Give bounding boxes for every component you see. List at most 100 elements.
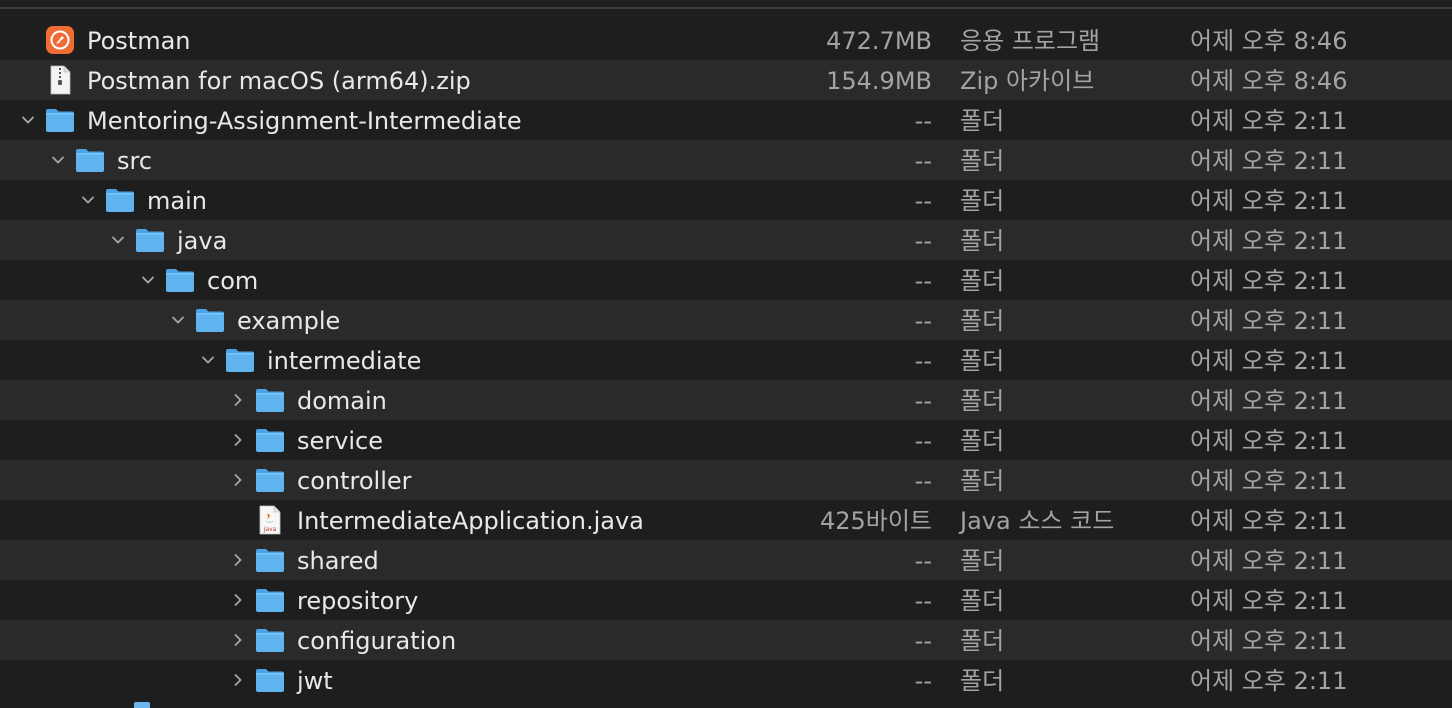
disclosure-chevron-right-icon[interactable] [231, 393, 245, 407]
file-size: 472.7MB [826, 27, 932, 55]
disclosure-chevron-right-icon[interactable] [231, 673, 245, 687]
file-row[interactable]: example -- 폴더 어제 오후 2:11 [0, 300, 1452, 340]
folder-icon [225, 345, 255, 375]
file-name: IntermediateApplication.java [297, 507, 644, 535]
date-modified: 어제 오후 2:11 [1190, 307, 1348, 335]
file-kind: 폴더 [960, 347, 1005, 375]
file-row[interactable]: controller -- 폴더 어제 오후 2:11 [0, 460, 1452, 500]
disclosure-chevron-down-icon[interactable] [51, 153, 65, 167]
file-size: -- [914, 587, 932, 615]
disclosure-chevron-right-icon[interactable] [231, 593, 245, 607]
file-name: jwt [297, 667, 333, 695]
date-modified: 어제 오후 2:11 [1190, 187, 1348, 215]
file-name: Mentoring-Assignment-Intermediate [87, 107, 522, 135]
disclosure-chevron-down-icon[interactable] [171, 313, 185, 327]
postman-app-icon [45, 25, 75, 55]
svg-text:java: java [263, 526, 277, 533]
folder-icon [255, 385, 285, 415]
file-size: -- [914, 107, 932, 135]
file-kind: 폴더 [960, 387, 1005, 415]
file-name: service [297, 427, 383, 455]
next-row-folder-icon-fragment [134, 702, 150, 708]
file-size: -- [914, 427, 932, 455]
file-row[interactable]: com -- 폴더 어제 오후 2:11 [0, 260, 1452, 300]
date-modified: 어제 오후 8:46 [1190, 27, 1348, 55]
folder-icon [135, 225, 165, 255]
date-modified: 어제 오후 2:11 [1190, 667, 1348, 695]
file-kind: 폴더 [960, 267, 1005, 295]
file-row[interactable]: main -- 폴더 어제 오후 2:11 [0, 180, 1452, 220]
file-name: controller [297, 467, 412, 495]
file-name: shared [297, 547, 379, 575]
file-kind: 폴더 [960, 627, 1005, 655]
disclosure-chevron-right-icon[interactable] [231, 473, 245, 487]
file-size: -- [914, 547, 932, 575]
file-row[interactable]: configuration -- 폴더 어제 오후 2:11 [0, 620, 1452, 660]
date-modified: 어제 오후 2:11 [1190, 387, 1348, 415]
file-name: intermediate [267, 347, 422, 375]
disclosure-chevron-right-icon[interactable] [231, 553, 245, 567]
file-size: -- [914, 627, 932, 655]
file-row[interactable]: intermediate -- 폴더 어제 오후 2:11 [0, 340, 1452, 380]
file-kind: Zip 아카이브 [960, 67, 1095, 95]
file-size: -- [914, 267, 932, 295]
file-size: -- [914, 387, 932, 415]
file-name: domain [297, 387, 387, 415]
file-name: repository [297, 587, 419, 615]
date-modified: 어제 오후 8:46 [1190, 67, 1348, 95]
file-kind: 폴더 [960, 667, 1005, 695]
disclosure-chevron-down-icon[interactable] [21, 113, 35, 127]
file-size: -- [914, 187, 932, 215]
file-kind: 응용 프로그램 [960, 27, 1101, 55]
file-name: Postman for macOS (arm64).zip [87, 67, 471, 95]
file-name: Postman [87, 27, 191, 55]
file-row[interactable]: service -- 폴더 어제 오후 2:11 [0, 420, 1452, 460]
folder-icon [195, 305, 225, 335]
date-modified: 어제 오후 2:11 [1190, 627, 1348, 655]
file-size: -- [914, 227, 932, 255]
disclosure-chevron-right-icon[interactable] [231, 433, 245, 447]
file-row[interactable]: Mentoring-Assignment-Intermediate -- 폴더 어제 … [0, 100, 1452, 140]
file-name: java [177, 227, 228, 255]
column-header-divider [0, 7, 1452, 9]
file-name: example [237, 307, 341, 335]
date-modified: 어제 오후 2:11 [1190, 467, 1348, 495]
file-list: Postman 472.7MB 응용 프로그램 어제 오후 8:46 Postman … [0, 20, 1452, 700]
file-kind: 폴더 [960, 547, 1005, 575]
date-modified: 어제 오후 2:11 [1190, 427, 1348, 455]
file-row[interactable]: java IntermediateApplication.java 425바이트 J… [0, 500, 1452, 540]
folder-icon [255, 625, 285, 655]
file-name: main [147, 187, 207, 215]
file-row[interactable]: repository -- 폴더 어제 오후 2:11 [0, 580, 1452, 620]
folder-icon [255, 665, 285, 695]
file-row[interactable]: Postman 472.7MB 응용 프로그램 어제 오후 8:46 [0, 20, 1452, 60]
folder-icon [255, 545, 285, 575]
disclosure-chevron-down-icon[interactable] [141, 273, 155, 287]
zip-file-icon [45, 65, 75, 95]
file-name: src [117, 147, 153, 175]
file-row[interactable]: java -- 폴더 어제 오후 2:11 [0, 220, 1452, 260]
date-modified: 어제 오후 2:11 [1190, 227, 1348, 255]
date-modified: 어제 오후 2:11 [1190, 347, 1348, 375]
folder-icon [105, 185, 135, 215]
folder-icon [75, 145, 105, 175]
file-row[interactable]: domain -- 폴더 어제 오후 2:11 [0, 380, 1452, 420]
java-file-icon: java [255, 505, 285, 535]
date-modified: 어제 오후 2:11 [1190, 147, 1348, 175]
disclosure-chevron-down-icon[interactable] [111, 233, 125, 247]
file-row[interactable]: src -- 폴더 어제 오후 2:11 [0, 140, 1452, 180]
file-row[interactable]: jwt -- 폴더 어제 오후 2:11 [0, 660, 1452, 700]
file-kind: 폴더 [960, 187, 1005, 215]
file-name: configuration [297, 627, 457, 655]
file-kind: 폴더 [960, 147, 1005, 175]
file-row[interactable]: shared -- 폴더 어제 오후 2:11 [0, 540, 1452, 580]
date-modified: 어제 오후 2:11 [1190, 547, 1348, 575]
file-size: -- [914, 667, 932, 695]
disclosure-chevron-right-icon[interactable] [231, 633, 245, 647]
disclosure-chevron-down-icon[interactable] [81, 193, 95, 207]
file-name: com [207, 267, 259, 295]
file-row[interactable]: Postman for macOS (arm64).zip 154.9MB Zip … [0, 60, 1452, 100]
disclosure-chevron-down-icon[interactable] [201, 353, 215, 367]
file-kind: 폴더 [960, 227, 1005, 255]
file-size: 154.9MB [826, 67, 932, 95]
